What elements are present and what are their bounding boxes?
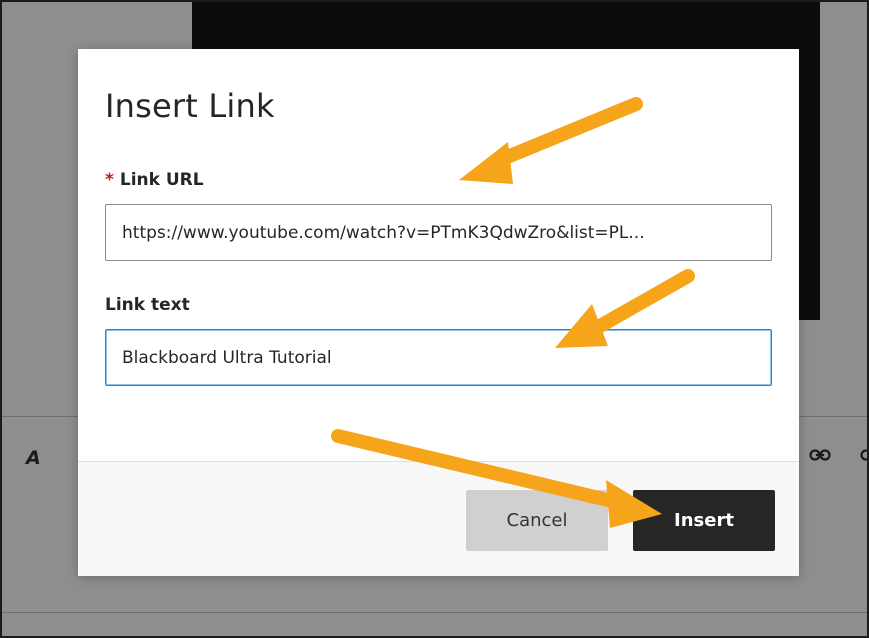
unlink-icon[interactable] xyxy=(860,448,869,462)
insert-button[interactable]: Insert xyxy=(633,490,775,551)
link-icon[interactable] xyxy=(809,448,831,462)
link-url-field[interactable] xyxy=(105,204,772,261)
link-url-label-text: Link URL xyxy=(119,170,204,190)
dialog-title: Insert Link xyxy=(105,87,275,125)
font-size-icon[interactable]: A xyxy=(26,447,41,469)
link-text-label: Link text xyxy=(105,295,190,315)
insert-link-dialog: Insert Link *Link URL Link text Cancel I… xyxy=(78,49,799,576)
link-url-label: * Link URL xyxy=(105,170,204,190)
link-text-field[interactable] xyxy=(105,329,772,386)
required-marker: * xyxy=(105,170,114,190)
dialog-footer: Cancel Insert xyxy=(78,461,799,576)
divider xyxy=(2,612,867,613)
cancel-button[interactable]: Cancel xyxy=(466,490,608,551)
